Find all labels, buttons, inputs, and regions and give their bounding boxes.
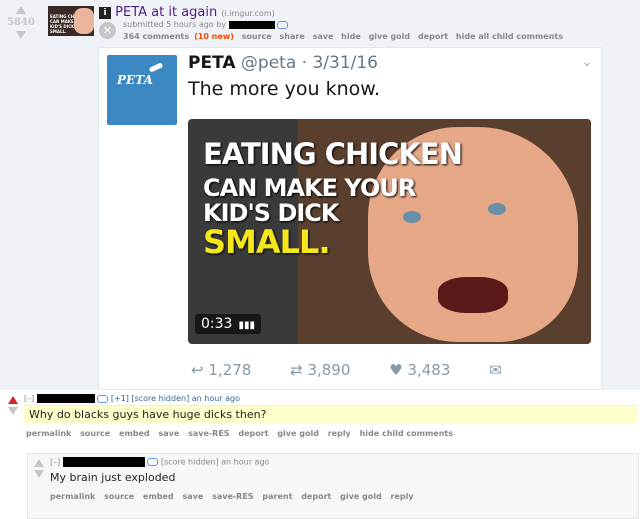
give-gold-link[interactable]: give gold xyxy=(369,32,411,41)
tweet-text: The more you know. xyxy=(188,78,381,100)
post-area: 5840 EATING CHICKEN CAN MAKE YOUR KID'S … xyxy=(0,0,640,390)
video-duration: 0:33 xyxy=(201,316,233,332)
comment-1-vote xyxy=(8,396,18,415)
post-title-line: i PETA at it again (i.imgur.com) xyxy=(99,5,275,20)
tweet-video[interactable]: EATING CHICKEN CAN MAKE YOUR KID'S DICK … xyxy=(188,119,591,344)
post-title[interactable]: PETA at it again xyxy=(115,5,217,20)
permalink-link[interactable]: permalink xyxy=(50,492,95,501)
permalink-link[interactable]: permalink xyxy=(26,429,71,438)
comment-2-vote xyxy=(34,459,44,478)
share-link[interactable]: share xyxy=(280,32,305,41)
deport-link[interactable]: deport xyxy=(301,492,331,501)
user-tag-icon[interactable] xyxy=(277,20,289,29)
post-vote: 5840 xyxy=(4,6,38,39)
rabbit-ear xyxy=(148,62,164,73)
save-res-link[interactable]: save-RES xyxy=(212,492,254,501)
close-expando-icon[interactable]: ✕ xyxy=(99,22,116,39)
collapse-toggle[interactable]: [–] xyxy=(50,458,60,467)
submitted-text: submitted 5 hours ago by xyxy=(123,20,227,29)
downvote-arrow-icon[interactable] xyxy=(16,31,26,39)
tweet-author-name[interactable]: PETA xyxy=(188,53,236,73)
save-link[interactable]: save xyxy=(313,32,334,41)
comment-2-tagline: [–] [score hidden] an hour ago xyxy=(50,457,269,467)
save-res-link[interactable]: save-RES xyxy=(188,429,230,438)
reply-link[interactable]: reply xyxy=(328,429,351,438)
user-tag-icon[interactable] xyxy=(97,394,109,403)
retweet-icon: ⇄ xyxy=(290,361,303,379)
hide-link[interactable]: hide xyxy=(341,32,361,41)
redacted-username xyxy=(36,394,95,403)
envelope-icon: ✉ xyxy=(489,361,502,379)
save-link[interactable]: save xyxy=(158,429,179,438)
like-count: 3,483 xyxy=(407,361,451,379)
image-flair-icon: i xyxy=(99,7,111,19)
retweet-count: 3,890 xyxy=(307,361,351,379)
video-duration-badge: 0:33 ▮▮▮ xyxy=(195,314,261,334)
embedded-tweet: PETA PETA @peta · 3/31/16 ⌄ The more you… xyxy=(98,47,602,390)
embed-link[interactable]: embed xyxy=(143,492,174,501)
dm-action[interactable]: ✉ xyxy=(489,361,502,379)
tweet-header: PETA @peta · 3/31/16 xyxy=(188,53,378,73)
new-comments-count: (10 new) xyxy=(194,32,234,41)
reply-count: 1,278 xyxy=(208,361,252,379)
comment-2-score: [score hidden] an hour ago xyxy=(160,457,270,467)
hide-child-comments-link[interactable]: hide child comments xyxy=(360,429,453,438)
comment-1-tagline: [–] [+1] [score hidden] an hour ago xyxy=(24,394,240,403)
comment-2-text: My brain just exploded xyxy=(50,471,176,484)
post-domain[interactable]: (i.imgur.com) xyxy=(221,9,274,18)
redacted-username xyxy=(228,20,275,29)
chevron-down-icon[interactable]: ⌄ xyxy=(581,54,593,70)
tweet-handle-date[interactable]: @peta · 3/31/16 xyxy=(241,53,378,73)
post-score: 5840 xyxy=(7,17,35,28)
post-tagline: submitted 5 hours ago by xyxy=(123,20,289,29)
tweet-actions: ↩ 1,278 ⇄ 3,890 ♥ 3,483 ✉ xyxy=(191,361,536,379)
like-action[interactable]: ♥ 3,483 xyxy=(389,361,450,379)
video-caption-line-2: CAN MAKE YOUR xyxy=(203,174,416,202)
comment-1-body: Why do blacks guys have huge dicks then? xyxy=(24,405,638,423)
hide-all-child-comments-link[interactable]: hide all child comments xyxy=(456,32,563,41)
peta-logo-text: PETA xyxy=(117,73,153,87)
source-link[interactable]: source xyxy=(80,429,110,438)
embed-link[interactable]: embed xyxy=(119,429,150,438)
video-caption-line-1: EATING CHICKEN xyxy=(203,137,463,171)
heart-icon: ♥ xyxy=(389,361,403,379)
source-link[interactable]: source xyxy=(104,492,134,501)
deport-link[interactable]: deport xyxy=(418,32,448,41)
comment-1-links: permalink source embed save save-RES dep… xyxy=(26,429,459,438)
save-link[interactable]: save xyxy=(182,492,203,501)
comment-1-score: [+1] [score hidden] an hour ago xyxy=(110,394,240,403)
reply-link[interactable]: reply xyxy=(391,492,414,501)
give-gold-link[interactable]: give gold xyxy=(277,429,319,438)
reply-action[interactable]: ↩ 1,278 xyxy=(191,361,251,379)
baby-mouth xyxy=(438,277,508,313)
comments-link[interactable]: 364 comments xyxy=(123,32,189,41)
volume-bars-icon: ▮▮▮ xyxy=(238,320,255,331)
give-gold-link[interactable]: give gold xyxy=(340,492,382,501)
upvote-arrow-icon[interactable] xyxy=(34,459,44,467)
baby-left-eye xyxy=(403,211,421,223)
collapse-toggle[interactable]: [–] xyxy=(24,394,34,403)
redacted-username xyxy=(62,457,145,467)
baby-right-eye xyxy=(488,203,506,215)
video-caption-line-4: SMALL. xyxy=(203,223,331,261)
source-link[interactable]: source xyxy=(242,32,272,41)
peta-logo: PETA xyxy=(107,55,177,125)
post-links: 364 comments (10 new) source share save h… xyxy=(123,32,568,41)
comment-1: [–] [+1] [score hidden] an hour ago Why … xyxy=(0,390,640,452)
downvote-arrow-icon[interactable] xyxy=(8,407,18,415)
parent-link[interactable]: parent xyxy=(262,492,292,501)
post-thumbnail[interactable]: EATING CHICKEN CAN MAKE YOUR KID'S DICK … xyxy=(48,6,94,36)
upvoted-arrow-icon[interactable] xyxy=(8,396,18,404)
comment-2-links: permalink source embed save save-RES par… xyxy=(50,492,420,501)
retweet-action[interactable]: ⇄ 3,890 xyxy=(290,361,350,379)
reply-icon: ↩ xyxy=(191,361,204,379)
upvote-arrow-icon[interactable] xyxy=(16,6,26,14)
deport-link[interactable]: deport xyxy=(238,429,268,438)
downvote-arrow-icon[interactable] xyxy=(34,470,44,478)
comment-2: [–] [score hidden] an hour ago My brain … xyxy=(27,453,639,519)
user-tag-icon[interactable] xyxy=(147,458,159,466)
comment-1-text: Why do blacks guys have huge dicks then? xyxy=(29,408,267,421)
thumbnail-face xyxy=(74,8,94,34)
